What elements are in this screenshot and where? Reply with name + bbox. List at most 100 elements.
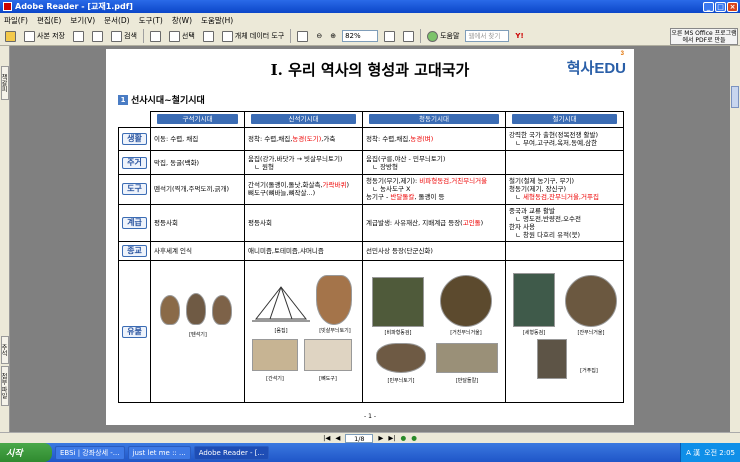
table-cell: 막집, 동굴(백화)	[150, 150, 245, 175]
menu-help[interactable]: 도움말(H)	[201, 15, 233, 26]
search-button[interactable]: 검색	[109, 29, 139, 44]
cell-text: ㄴ	[515, 193, 524, 202]
task-browser[interactable]: just let me :: ...	[127, 445, 191, 460]
menu-document[interactable]: 문서(D)	[104, 15, 129, 26]
minimize-button[interactable]: _	[703, 1, 714, 12]
select-label: 선택	[181, 32, 195, 40]
table-cell: 움집(구릉,야산 - 민무늬토기) ㄴ 장방형	[362, 150, 506, 175]
menu-tools[interactable]: 도구(T)	[139, 15, 163, 26]
ms-office-pdf-button[interactable]: 오른 MS Office 프로그램에서 PDF로 만들	[670, 28, 738, 45]
cell-text: ㄴ 부여,고구려,옥저,동예,삼한	[515, 139, 598, 148]
last-page-button[interactable]: ▶|	[388, 434, 395, 442]
table-cell: 중국과 교류 활발 ㄴ 명도전,반량전,오수전 한자 사용 ㄴ 창원 다호리 유적(붓…	[505, 203, 624, 243]
prev-page-button[interactable]: ◀	[335, 434, 340, 442]
zoom-out-button[interactable]: ⊖	[314, 29, 324, 44]
cell-text: 이동: 수렵, 채집	[154, 135, 199, 144]
menu-window[interactable]: 창(W)	[172, 15, 192, 26]
help-label: 도움말	[440, 32, 460, 40]
row-label-cell: 도구	[118, 173, 151, 205]
tab-comments[interactable]: 주석	[0, 336, 9, 364]
scroll-thumb[interactable]	[731, 86, 739, 108]
pit-house-drawing	[252, 285, 310, 322]
table-cell: 정착: 수렵,채집,농경(도기),가축	[244, 126, 363, 152]
object-data-tool-button[interactable]: 개체 데이터 도구	[220, 29, 287, 44]
table-cell: 평등사회	[150, 203, 245, 243]
web-search-input[interactable]: 웹에서 찾기	[465, 30, 510, 42]
next-page-button[interactable]: ▶	[378, 434, 383, 442]
menu-file[interactable]: 파일(F)	[4, 15, 28, 26]
maximize-button[interactable]: □	[715, 1, 726, 12]
table-cell: 애니미즘,토테미즘,샤머니즘	[244, 240, 363, 262]
cell-text: 막집, 동굴(백화)	[154, 158, 200, 167]
save-copy-button[interactable]: 사본 저장	[22, 29, 67, 44]
row-label: 주거	[122, 156, 147, 169]
cell-line: ㄴ 장방형	[366, 163, 502, 171]
row-label-cell: 생활	[118, 126, 151, 152]
object-tool-label: 개체 데이터 도구	[234, 32, 285, 40]
help-button[interactable]: 도움말	[425, 29, 461, 44]
cell-text: 비파형동검,거친무늬거울	[419, 177, 488, 186]
task-adobe-reader[interactable]: Adobe Reader - [...	[193, 445, 270, 460]
forward-button[interactable]: ●	[411, 434, 417, 442]
zoom-tool-button[interactable]	[295, 29, 310, 44]
table-cell: 철기(철제 농기구, 무기) 청동기(제기, 장신구) ㄴ 세형동검,잔무늬거울,거…	[505, 173, 624, 205]
cell-text: 선민사상 등장(단군신화)	[366, 247, 433, 256]
first-page-button[interactable]: |◀	[323, 434, 330, 442]
menu-view[interactable]: 보기(V)	[70, 15, 95, 26]
cell-line: 움집(구릉,야산 - 민무늬토기)	[366, 155, 502, 163]
cell-text: 뼈도구(뼈바늘,뼈작살...)	[248, 189, 316, 198]
vertical-scrollbar[interactable]	[730, 46, 740, 432]
table-cell: 간석기(돌괭이,돌낫,화살촉,가락바퀴) 뼈도구(뼈바늘,뼈작살...)	[244, 173, 363, 205]
row-label: 도구	[122, 183, 147, 196]
tab-bookmarks[interactable]: 책갈피	[0, 66, 9, 100]
task-ebsi[interactable]: EBSi | 강좌상세 -...	[55, 445, 125, 460]
caption-mandolin-dagger: [비파형동검]	[384, 329, 412, 336]
table-cell	[505, 150, 624, 175]
cell-line: ㄴ 원형	[248, 163, 359, 171]
cell-line: 정착: 수렵,채집,농경(도기),가축	[248, 135, 359, 143]
adobe-reader-icon	[3, 2, 12, 11]
language-indicator[interactable]: A 漢	[686, 448, 700, 458]
caption-polished-stone: [간석기]	[266, 375, 284, 382]
cell-line: 평등사회	[154, 219, 241, 227]
select-tool-button[interactable]: 선택	[167, 29, 197, 44]
cell-text: 뗀석기(찍개,주먹도끼,긁개)	[154, 185, 229, 194]
cell-line: 사후세계 인식	[154, 247, 241, 255]
table-cell: 평등사회	[244, 203, 363, 243]
table-cell: 선민사상 등장(단군신화)	[362, 240, 506, 262]
open-button[interactable]	[3, 29, 18, 44]
back-button[interactable]: ●	[401, 434, 407, 442]
caption-slender-dagger: [세형동검]	[522, 329, 546, 336]
relic-cell-bronze: [비파형동검] [거친무늬거울] [민무늬토기] [반달돌칼]	[362, 260, 506, 403]
caption-comb-pottery: [빗살무늬토기]	[319, 327, 351, 334]
tab-attachments[interactable]: 첨부 파일	[0, 366, 9, 406]
yahoo-button[interactable]: Y!	[513, 29, 525, 44]
cell-text: ,가축	[321, 135, 336, 144]
zoom-in-button[interactable]: ⊕	[328, 29, 338, 44]
snapshot-button[interactable]	[201, 29, 216, 44]
page-icon	[384, 30, 396, 42]
relic-cell-iron: [세형동검] [잔무늬거울] [거푸집]	[505, 260, 624, 403]
cell-line: 계급발생: 사유재산, 지배계급 등장(고인돌)	[366, 219, 502, 227]
cell-line: 평등사회	[248, 219, 359, 227]
search-label: 검색	[124, 32, 137, 40]
hand-icon	[149, 30, 161, 42]
era-label: 구석기시대	[157, 114, 238, 125]
start-button[interactable]: 시작	[0, 443, 52, 462]
menu-edit[interactable]: 편집(E)	[37, 15, 61, 26]
cell-line: ㄴ 부여,고구려,옥저,동예,삼한	[509, 139, 620, 147]
print-button[interactable]	[71, 29, 86, 44]
cell-text: , 돌괭이 등	[414, 193, 445, 202]
cell-text: ㄴ 원형	[254, 162, 275, 171]
close-button[interactable]: ×	[727, 1, 738, 12]
cell-line: 뼈도구(뼈바늘,뼈작살...)	[248, 189, 359, 197]
zoom-level-field[interactable]: 82%	[342, 30, 379, 42]
cell-line: 이동: 수렵, 채집	[154, 135, 241, 143]
cell-text: 농기구 -	[366, 193, 391, 202]
actual-size-button[interactable]	[382, 29, 397, 44]
page-number-field[interactable]: 1/8	[345, 433, 374, 443]
fit-page-button[interactable]	[401, 29, 416, 44]
hand-tool-button[interactable]	[148, 29, 163, 44]
email-button[interactable]	[90, 29, 105, 44]
caption-coarse-mirror: [거친무늬거울]	[450, 329, 482, 336]
